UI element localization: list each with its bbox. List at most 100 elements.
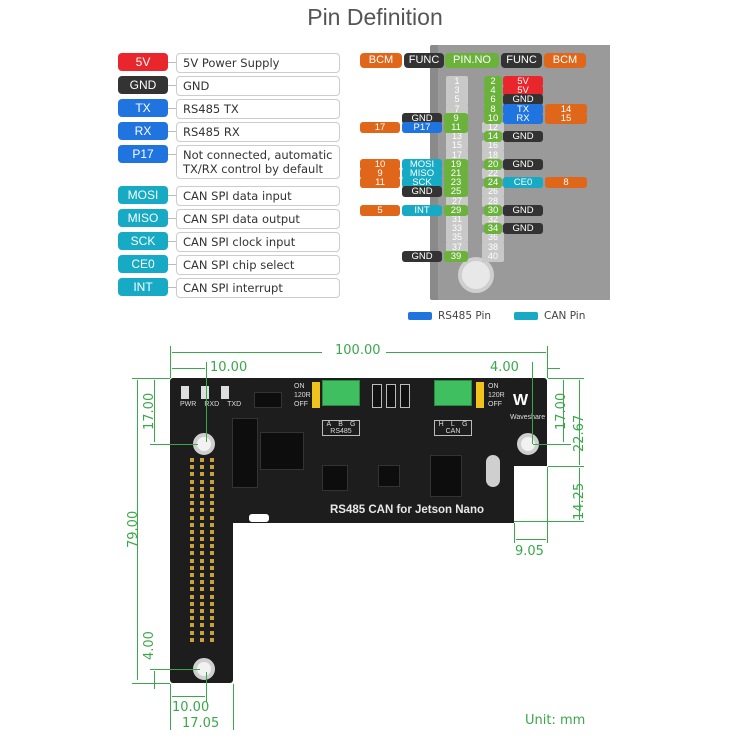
can-chip-small-2 bbox=[378, 465, 400, 487]
key-swatch bbox=[514, 312, 538, 320]
dim-right-top-hole: 17.00 bbox=[554, 392, 569, 430]
dim-right-height: 22.67 bbox=[572, 414, 587, 452]
header-pin-pair bbox=[190, 630, 220, 635]
legend-badge: SCK bbox=[118, 232, 168, 250]
header-pin-pair bbox=[190, 601, 220, 606]
pin-header-bcm-4: BCM bbox=[544, 53, 586, 68]
board-name: RS485 CAN for Jetson Nano bbox=[330, 504, 485, 516]
unit-label: Unit: mm bbox=[525, 713, 586, 728]
key-can-pin: CAN Pin bbox=[514, 310, 585, 322]
unused-pin-40: 40 bbox=[482, 250, 504, 262]
legend-item-rx: RX RS485 RX bbox=[118, 122, 340, 142]
legend-connector bbox=[168, 218, 176, 219]
legend-connector bbox=[168, 85, 176, 86]
header-pin-pair bbox=[190, 479, 220, 484]
pin-number-14: 14 bbox=[484, 131, 502, 143]
legend-badge: MOSI bbox=[118, 186, 168, 204]
can-silk: H L G CAN bbox=[434, 420, 472, 436]
legend-badge: RX bbox=[118, 122, 168, 140]
pin-bcm-11: 17 bbox=[360, 122, 400, 133]
legend-connector bbox=[168, 154, 176, 155]
optocoupler-chip bbox=[254, 392, 282, 408]
header-pin-pair bbox=[190, 458, 220, 462]
legend-connector bbox=[168, 241, 176, 242]
pin-bcm-24: 8 bbox=[545, 177, 587, 189]
header-pin-pair bbox=[190, 608, 220, 613]
rs485-silk: A B G RS485 bbox=[322, 420, 360, 436]
waveshare-logo: W bbox=[513, 392, 529, 409]
pin-number-39: 39 bbox=[444, 250, 468, 262]
legend-description: 5V Power Supply bbox=[176, 53, 340, 73]
pin-number-24: 24 bbox=[484, 177, 502, 189]
gpio-header bbox=[190, 458, 220, 648]
pin-func-34: GND bbox=[503, 223, 543, 235]
legend-badge: INT bbox=[118, 278, 168, 296]
rs485-terminal bbox=[322, 380, 360, 406]
legend-badge: MISO bbox=[118, 209, 168, 227]
header-pin-pair bbox=[190, 623, 220, 628]
dim-notch-width: 9.05 bbox=[515, 544, 544, 559]
header-pin-pair bbox=[190, 580, 220, 585]
header-pin-pair bbox=[190, 508, 220, 513]
legend-description: GND bbox=[176, 76, 340, 96]
legend-description: CAN SPI data input bbox=[176, 186, 340, 206]
pin-bcm-10: 15 bbox=[545, 112, 587, 124]
header-pin-pair bbox=[190, 637, 220, 642]
header-pin-pair bbox=[190, 472, 220, 477]
pin-bcm-23: 11 bbox=[360, 177, 400, 189]
pin-number-10: 10 bbox=[484, 112, 502, 124]
pin-number-34: 34 bbox=[484, 223, 502, 235]
pin-func-30: GND bbox=[503, 204, 543, 216]
header-pin-pair bbox=[190, 537, 220, 542]
legend-description: Not connected, automatic TX/RX control b… bbox=[176, 145, 340, 179]
can-jumper-labels: ON 120R OFF bbox=[488, 383, 505, 408]
can-controller-chip bbox=[430, 455, 462, 497]
header-pin-pair bbox=[190, 551, 220, 556]
header-pin-pair bbox=[190, 565, 220, 570]
pin-func-29: INT bbox=[402, 204, 442, 216]
connector-block bbox=[232, 418, 258, 488]
key-swatch bbox=[408, 312, 432, 320]
pin-number-11: 11 bbox=[444, 122, 468, 133]
page-title: Pin Definition bbox=[307, 4, 443, 30]
dim-hole-left-offset: 10.00 bbox=[210, 360, 248, 375]
key-rs485-pin: RS485 Pin bbox=[408, 310, 491, 322]
legend-description: CAN SPI clock input bbox=[176, 232, 340, 252]
legend-description: RS485 RX bbox=[176, 122, 340, 142]
legend-item-p17: P17 Not connected, automatic TX/RX contro… bbox=[118, 145, 340, 179]
header-pin-pair bbox=[190, 529, 220, 534]
pin-header-bcm-0: BCM bbox=[360, 53, 402, 68]
header-pin-pair bbox=[190, 493, 220, 498]
legend-badge: CE0 bbox=[118, 255, 168, 273]
legend-item-mosi: MOSI CAN SPI data input bbox=[118, 186, 340, 206]
legend-item-gnd: GND GND bbox=[118, 76, 340, 96]
rs485-transceiver-chip bbox=[260, 432, 304, 470]
legend-description: CAN SPI chip select bbox=[176, 255, 340, 275]
legend-description: CAN SPI interrupt bbox=[176, 278, 340, 298]
dim-bottom-hole: 4.00 bbox=[142, 631, 157, 660]
dim-hole-right-offset: 4.00 bbox=[490, 360, 519, 375]
legend-item-tx: TX RS485 TX bbox=[118, 99, 340, 119]
legend-item-sck: SCK CAN SPI clock input bbox=[118, 232, 340, 252]
legend-badge: TX bbox=[118, 99, 168, 117]
dim-height-total: 79.00 bbox=[126, 510, 141, 548]
legend-item-5v: 5V 5V Power Supply bbox=[118, 53, 340, 73]
can-chip-small bbox=[322, 465, 348, 491]
legend-connector bbox=[168, 287, 176, 288]
rs485-termination-jumper bbox=[312, 382, 320, 408]
brand-label: Waveshare bbox=[510, 414, 546, 421]
dip-switches bbox=[372, 384, 410, 408]
key-label: CAN Pin bbox=[544, 310, 586, 322]
legend-description: CAN SPI data output bbox=[176, 209, 340, 229]
header-pin-pair bbox=[190, 522, 220, 527]
mounting-hole bbox=[458, 257, 494, 293]
pin-number-20: 20 bbox=[484, 158, 502, 170]
header-pin-pair bbox=[190, 544, 220, 549]
header-pin-pair bbox=[190, 486, 220, 491]
pin-header-func-3: FUNC bbox=[501, 53, 542, 68]
led-pads bbox=[181, 386, 229, 399]
header-pin-pair bbox=[190, 465, 220, 470]
dim-bottom-hole-offset: 10.00 bbox=[172, 700, 210, 715]
legend-badge: GND bbox=[118, 76, 168, 94]
header-pin-pair bbox=[190, 594, 220, 599]
